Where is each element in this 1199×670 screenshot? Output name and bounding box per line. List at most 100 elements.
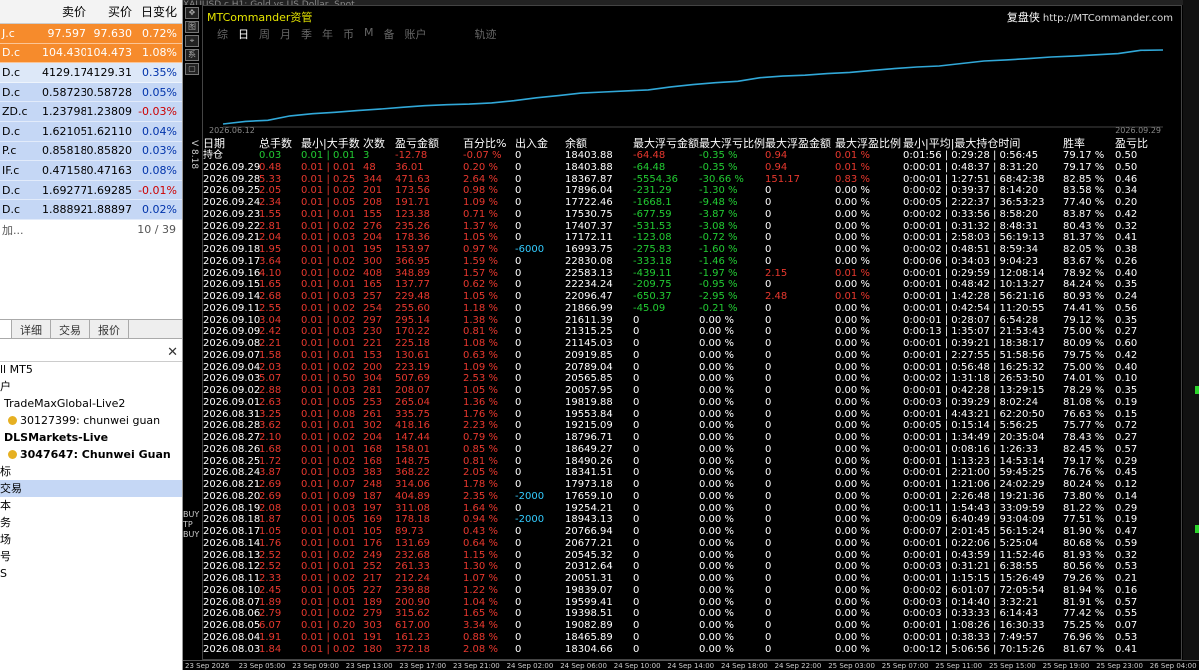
table-row[interactable]: 2026.09.17 3.64 0.01 | 0.02 300 366.95 1.59 %…	[203, 256, 1183, 268]
table-row[interactable]: 2026.09.16 4.10 0.01 | 0.02 408 348.89 1.57 %…	[203, 268, 1183, 280]
navigator-item[interactable]: S	[0, 565, 182, 582]
navigator-item[interactable]: TradeMaxGlobal-Live2	[0, 395, 182, 412]
table-row[interactable]: 2026.08.04 1.91 0.01 | 0.01 191 161.23 0.88 %…	[203, 632, 1183, 644]
period-tab[interactable]: 备	[384, 26, 395, 42]
column-header[interactable]: 胜率	[1063, 138, 1085, 150]
brand-link[interactable]: 复盘侠 http://MTCommander.com	[1007, 9, 1173, 25]
column-header[interactable]: 最大浮亏比例	[699, 138, 765, 150]
period-tab[interactable]: 日	[238, 26, 249, 42]
table-row[interactable]: 2026.09.08 2.21 0.01 | 0.01 221 225.18 1.08 %…	[203, 338, 1183, 350]
table-row[interactable]: 2026.09.10 3.04 0.01 | 0.02 297 295.14 1.38 %…	[203, 315, 1183, 327]
table-row[interactable]: 2026.09.29 0.48 0.01 | 0.01 48 36.01 0.20 % 0 1…	[203, 162, 1183, 174]
navigator-item[interactable]: 务	[0, 514, 182, 531]
table-row[interactable]: 2026.09.07 1.58 0.01 | 0.01 153 130.61 0.63 %…	[203, 350, 1183, 362]
table-row[interactable]: 2026.08.24 3.87 0.01 | 0.03 383 368.22 2.05 %…	[203, 467, 1183, 479]
market-watch-row[interactable]: D.c 4129.17 4129.31 0.35%	[0, 63, 182, 83]
navigator-item[interactable]: 30127399: chunwei guan	[0, 412, 182, 429]
market-watch-row[interactable]: IF.c 0.47158 0.47163 0.08%	[0, 161, 182, 181]
table-row[interactable]: 2026.08.26 1.68 0.01 | 0.01 168 158.01 0.85 %…	[203, 444, 1183, 456]
table-row[interactable]: 2026.09.23 1.55 0.01 | 0.01 155 123.38 0.71 %…	[203, 209, 1183, 221]
column-header[interactable]: 最小|平均|最大持仓时间	[903, 138, 1020, 150]
header-bid[interactable]: 卖价	[42, 3, 86, 20]
toolbar-button[interactable]: 系	[185, 49, 199, 61]
table-row[interactable]: 2026.08.31 3.25 0.01 | 0.08 261 335.75 1.76 %…	[203, 409, 1183, 421]
price-scale[interactable]	[1183, 0, 1199, 670]
navigator-tab[interactable]: 报价	[90, 320, 129, 338]
add-symbol-link[interactable]: 加...	[2, 222, 24, 238]
table-row[interactable]: 2026.08.14 1.76 0.01 | 0.01 176 131.69 0.64 %…	[203, 538, 1183, 550]
column-header[interactable]: 余额	[565, 138, 587, 150]
table-row[interactable]: 2026.08.12 2.52 0.01 | 0.01 252 261.33 1.30 %…	[203, 561, 1183, 573]
table-row[interactable]: 2026.08.19 2.08 0.01 | 0.03 197 311.08 1.64 %…	[203, 503, 1183, 515]
column-header[interactable]: 出入金	[515, 138, 548, 150]
column-header[interactable]: 次数	[363, 138, 385, 150]
holding-row[interactable]: 持仓 0.03 0.01 | 0.01 3 -12.78 -0.07 % 0 18403.88…	[203, 150, 1183, 162]
period-tab[interactable]: 月	[280, 26, 291, 42]
table-row[interactable]: 2026.08.13 2.52 0.01 | 0.02 249 232.68 1.15 %…	[203, 550, 1183, 562]
table-row[interactable]: 2026.09.04 2.03 0.01 | 0.02 200 223.19 1.09 %…	[203, 362, 1183, 374]
column-header[interactable]: 最大浮盈金额	[765, 138, 831, 150]
table-row[interactable]: 2026.08.21 2.69 0.01 | 0.07 248 314.06 1.78 %…	[203, 479, 1183, 491]
table-row[interactable]: 2026.09.11 2.55 0.01 | 0.02 254 255.60 1.18 %…	[203, 303, 1183, 315]
navigator-tab[interactable]: 交易	[51, 320, 90, 338]
market-watch-row[interactable]: D.c 1.69277 1.69285 -0.01%	[0, 180, 182, 201]
period-tab[interactable]: 综	[217, 26, 228, 42]
toolbar-button[interactable]: ⌖	[185, 35, 199, 47]
table-row[interactable]: 2026.08.11 2.33 0.01 | 0.02 217 212.24 1.07 %…	[203, 573, 1183, 585]
table-row[interactable]: 2026.08.27 2.10 0.01 | 0.02 204 147.44 0.79 %…	[203, 432, 1183, 444]
navigator-item[interactable]: 3047647: Chunwei Guan	[0, 446, 182, 463]
market-watch-row[interactable]: P.c 0.85818 0.85820 0.03%	[0, 141, 182, 162]
navigator-item[interactable]: DLSMarkets-Live	[0, 429, 182, 446]
navigator-item[interactable]: 交易	[0, 480, 182, 497]
column-header[interactable]: 盈亏金额	[395, 138, 439, 150]
table-row[interactable]: 2026.09.02 2.88 0.01 | 0.03 281 208.07 1.05 %…	[203, 385, 1183, 397]
table-row[interactable]: 2026.08.28 3.62 0.01 | 0.01 302 418.16 2.23 %…	[203, 420, 1183, 432]
table-row[interactable]: 2026.08.07 1.89 0.01 | 0.01 189 200.90 1.04 %…	[203, 597, 1183, 609]
column-header[interactable]: 日期	[203, 138, 225, 150]
close-icon[interactable]: ✕	[167, 345, 178, 360]
period-tab[interactable]: M	[364, 26, 374, 42]
navigator-item[interactable]: ll MT5	[0, 361, 182, 378]
navigator-item[interactable]: 场	[0, 531, 182, 548]
navigator-tab[interactable]	[0, 320, 12, 338]
column-header[interactable]: 总手数	[259, 138, 292, 150]
toolbar-button[interactable]: ▢	[185, 63, 199, 75]
period-tab[interactable]: 轨迹	[475, 26, 497, 42]
market-watch-row[interactable]: J.c 97.597 97.630 0.72%	[0, 24, 182, 44]
table-row[interactable]: 2026.09.28 5.33 0.01 | 0.25 344 471.63 2.64 %…	[203, 174, 1183, 186]
market-watch-row[interactable]: D.c 104.430 104.473 1.08%	[0, 43, 182, 64]
column-header[interactable]: 最大浮盈比例	[835, 138, 901, 150]
column-header[interactable]: 最大浮亏金额	[633, 138, 699, 150]
table-row[interactable]: 2026.09.18 1.95 0.01 | 0.01 195 153.97 0.97 %…	[203, 244, 1183, 256]
market-watch-row[interactable]: D.c 0.58723 0.58728 0.05%	[0, 82, 182, 103]
table-row[interactable]: 2026.09.22 2.81 0.01 | 0.02 276 235.26 1.37 %…	[203, 221, 1183, 233]
column-header[interactable]: 最小|大手数	[301, 138, 360, 150]
table-row[interactable]: 2026.09.15 1.65 0.01 | 0.01 165 137.77 0.62 %…	[203, 279, 1183, 291]
table-row[interactable]: 2026.08.20 2.69 0.01 | 0.09 187 404.89 2.35 %…	[203, 491, 1183, 503]
navigator-item[interactable]: 号	[0, 548, 182, 565]
table-row[interactable]: 2026.08.17 1.05 0.01 | 0.01 105 89.73 0.43 % 0…	[203, 526, 1183, 538]
table-row[interactable]: 2026.08.06 2.79 0.01 | 0.02 279 315.62 1.65 %…	[203, 608, 1183, 620]
table-row[interactable]: 2026.08.25 1.72 0.01 | 0.02 168 148.75 0.81 %…	[203, 456, 1183, 468]
navigator-item[interactable]: 本	[0, 497, 182, 514]
table-row[interactable]: 2026.08.18 1.87 0.01 | 0.05 169 178.18 0.94 %…	[203, 514, 1183, 526]
column-header[interactable]: 盈亏比	[1115, 138, 1148, 150]
table-row[interactable]: 2026.09.21 2.04 0.01 | 0.03 204 178.36 1.05 %…	[203, 232, 1183, 244]
period-tab[interactable]: 周	[259, 26, 270, 42]
toolbar-button[interactable]: ✥	[185, 7, 199, 19]
navigator-tab[interactable]: 详细	[12, 320, 51, 338]
market-watch-row[interactable]: ZD.c 1.23798 1.23809 -0.03%	[0, 102, 182, 122]
table-row[interactable]: 2026.09.25 2.05 0.01 | 0.02 201 173.56 0.98 %…	[203, 185, 1183, 197]
period-tab[interactable]: 账户	[405, 26, 427, 42]
table-row[interactable]: 2026.09.24 2.34 0.01 | 0.05 208 191.71 1.09 %…	[203, 197, 1183, 209]
table-row[interactable]: 2026.09.01 2.63 0.01 | 0.05 253 265.04 1.36 %…	[203, 397, 1183, 409]
table-row[interactable]: 2026.08.05 6.07 0.01 | 0.20 303 617.00 3.34 %…	[203, 620, 1183, 632]
market-watch-row[interactable]: D.c 1.62105 1.62110 0.04%	[0, 121, 182, 142]
table-row[interactable]: 2026.08.10 2.45 0.01 | 0.05 227 239.88 1.22 %…	[203, 585, 1183, 597]
period-tab[interactable]: 季	[301, 26, 312, 42]
brand-url[interactable]: http://MTCommander.com	[1043, 13, 1173, 24]
toolbar-button[interactable]: 图	[185, 21, 199, 33]
column-header[interactable]: 百分比%	[463, 138, 506, 150]
market-watch-row[interactable]: D.c 1.88892 1.88897 0.02%	[0, 200, 182, 220]
period-tab[interactable]: 年	[322, 26, 333, 42]
